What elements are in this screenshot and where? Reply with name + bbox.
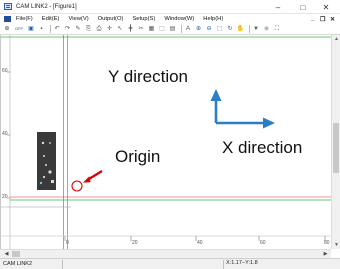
undo-icon[interactable]: ↶	[53, 25, 61, 33]
move-icon[interactable]: ✛	[106, 25, 114, 33]
bottom-ruler	[1, 235, 332, 241]
mdi-close-button[interactable]: ✕	[330, 14, 335, 24]
text-icon[interactable]: A	[184, 25, 192, 33]
menu-output[interactable]: Output(O)	[98, 16, 124, 22]
scroll-up-icon[interactable]: ▲	[332, 35, 340, 43]
open-folder-icon[interactable]: ▣	[27, 25, 35, 33]
ruler-label-x0: 0	[66, 240, 69, 246]
fit-icon[interactable]: ⬚	[158, 25, 166, 33]
ruler-label-x20: 20	[132, 240, 138, 246]
cut-icon[interactable]: ✂	[137, 25, 145, 33]
ruler-label-x60: 60	[260, 240, 266, 246]
document-icon[interactable]	[4, 16, 11, 22]
panel-hole	[48, 170, 52, 174]
panel-hole	[49, 142, 51, 144]
window-title: CAM LINK2 - [Figure1]	[16, 3, 77, 10]
drawing-canvas[interactable]: 60 40 20 Y direction X direction Origin …	[0, 35, 332, 249]
status-bar: CAM LINK2 X:1.17−Y:1.8	[0, 258, 340, 269]
minimize-button[interactable]: –	[268, 0, 288, 14]
maximize-button[interactable]: □	[293, 0, 313, 14]
ruler-label-y60: 60	[2, 68, 8, 74]
fullscreen-icon[interactable]: ⛶	[273, 25, 281, 33]
menu-file[interactable]: File(F)	[16, 16, 33, 22]
origin-label: Origin	[115, 147, 161, 166]
menu-view[interactable]: View(V)	[68, 16, 88, 22]
menu-window[interactable]: Window(W)	[164, 16, 194, 22]
redo-icon[interactable]: ↷	[64, 25, 72, 33]
vertical-scrollbar[interactable]: ▲ ▼	[331, 35, 340, 249]
panel-hole	[42, 175, 46, 179]
ruler-label-y40: 40	[2, 131, 8, 137]
app-icon	[4, 3, 12, 10]
horizontal-scroll-thumb[interactable]	[12, 251, 20, 257]
x-direction-label: X direction	[222, 138, 303, 157]
mdi-minimize-button[interactable]: _	[311, 14, 314, 24]
zoom-all-icon[interactable]: ↻	[226, 25, 234, 33]
panel-hole	[41, 141, 45, 145]
open-off-icon[interactable]: OFF	[14, 25, 25, 33]
status-divider	[62, 259, 63, 269]
ruler-label-x80: 80	[324, 240, 330, 246]
panel-hole	[45, 164, 47, 166]
panel-hole	[43, 155, 45, 157]
toolbar: ⊕ OFF ▣ ▪ ↶ ↷ ✎ ⎘ ⎙ ✛ ↖ ╋ ✂ ▦ ⬚ ▤ A ⊕ ⊖ ⬚ ↻ ✋ ▼ ◉ ⛶	[0, 24, 340, 35]
panel-hole-highlight	[39, 181, 43, 185]
x-direction-arrowhead	[263, 117, 275, 129]
crosshair-icon[interactable]: ╋	[127, 25, 135, 33]
menu-edit[interactable]: Edit(E)	[42, 16, 60, 22]
zoom-out-icon[interactable]: ⊖	[205, 25, 213, 33]
pan-icon[interactable]: ✋	[237, 25, 245, 33]
select-icon[interactable]: ↖	[116, 25, 124, 33]
grid-icon[interactable]: ▦	[148, 25, 156, 33]
mdi-restore-button[interactable]: ❐	[320, 14, 325, 24]
save-icon[interactable]: ▪	[38, 25, 46, 33]
status-app-name: CAM LINK2	[3, 261, 33, 267]
menu-bar: File(F) Edit(E) View(V) Output(O) Setup(…	[0, 14, 340, 24]
record-icon[interactable]: ◉	[263, 25, 271, 33]
horizontal-scrollbar[interactable]: ◀ ▶	[0, 249, 331, 258]
y-direction-arrowhead	[210, 89, 222, 101]
origin-pointer-arrowhead	[83, 176, 91, 183]
status-coordinates: X:1.17−Y:1.8	[226, 260, 258, 266]
close-button[interactable]: ✕	[316, 0, 336, 14]
pen-icon[interactable]: ✎	[74, 25, 82, 33]
menu-help[interactable]: Help(H)	[203, 16, 223, 22]
toolbar-separator	[181, 25, 182, 33]
filter-icon[interactable]: ▼	[252, 25, 260, 33]
new-file-icon[interactable]: ⊕	[3, 25, 11, 33]
copy-icon[interactable]: ⎘	[85, 25, 93, 33]
ruler-label-y20: 20	[2, 194, 8, 200]
status-divider	[223, 259, 224, 269]
panel-slot	[51, 180, 54, 183]
ruler-label-x40: 40	[197, 240, 203, 246]
layer-icon[interactable]: ▤	[169, 25, 177, 33]
scroll-down-icon[interactable]: ▼	[332, 241, 340, 249]
zoom-window-icon[interactable]: ⬚	[216, 25, 224, 33]
title-bar: CAM LINK2 - [Figure1] – □ ✕	[0, 0, 340, 14]
origin-marker-icon	[71, 180, 83, 192]
vertical-scroll-thumb[interactable]	[333, 123, 339, 173]
paste-icon[interactable]: ⎙	[95, 25, 103, 33]
toolbar-separator	[50, 25, 51, 33]
y-direction-label: Y direction	[108, 67, 189, 86]
zoom-in-icon[interactable]: ⊕	[195, 25, 203, 33]
menu-setup[interactable]: Setup(S)	[132, 16, 155, 22]
toolbar-separator	[249, 25, 250, 33]
